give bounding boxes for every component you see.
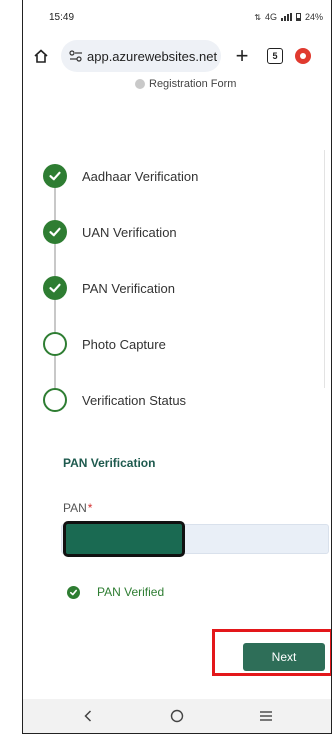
step-label: PAN Verification [82,280,175,296]
site-settings-icon[interactable] [69,49,83,63]
status-bar: 15:49 ⇅ 4G 24% [23,0,331,34]
home-icon[interactable] [31,46,51,66]
section-title: PAN Verification [63,456,156,470]
check-icon [43,220,67,244]
step-pan[interactable]: PAN Verification [43,260,323,316]
check-icon [43,276,67,300]
pan-label: PAN* [63,501,92,515]
pan-label-text: PAN [63,501,87,515]
home-circle-icon[interactable] [162,704,192,728]
step-label: Verification Status [82,392,187,408]
recents-icon[interactable] [251,704,281,728]
extension-icon[interactable] [295,48,311,64]
step-verification-status[interactable]: Verification Status [43,372,323,428]
step-label: Aadhaar Verification [82,168,199,184]
step-aadhaar[interactable]: Aadhaar Verification [43,148,323,204]
registration-title-text: Registration Form [149,78,237,90]
step-photo-capture[interactable]: Photo Capture [43,316,323,372]
new-tab-button[interactable]: + [231,45,253,67]
check-circle-icon [67,585,80,599]
next-button[interactable]: Next [243,643,325,671]
empty-circle-icon [43,388,67,412]
step-label: UAN Verification [82,224,177,240]
signal-icon [280,13,292,21]
step-label: Photo Capture [82,336,166,352]
address-bar[interactable]: app.azurewebsites.net [61,40,221,72]
network-type: 4G [264,12,277,22]
step-uan[interactable]: UAN Verification [43,204,323,260]
status-icons: ⇅ 4G 24% [254,12,323,22]
title-dot-icon [135,79,145,89]
battery-icon [295,13,301,21]
check-icon [43,164,67,188]
registration-title: Registration Form [135,78,236,90]
empty-circle-icon [43,332,67,356]
redacted-pan-value [63,521,185,557]
status-time: 15:49 [49,11,75,23]
system-nav-bar [23,699,331,733]
stepper: Aadhaar Verification UAN Verification PA… [43,148,323,428]
pan-verified-status: PAN Verified [67,585,164,599]
tab-switcher-button[interactable]: 5 [267,48,283,64]
phone-frame: 15:49 ⇅ 4G 24% app.azurewebsites.net + 5… [22,0,332,734]
stepper-scrollbar[interactable] [324,150,325,388]
battery-level: 24% [304,12,323,22]
network-icon: ⇅ [254,12,261,22]
url-text: app.azurewebsites.net [87,48,218,64]
required-marker: * [87,501,93,515]
verified-text: PAN Verified [97,585,165,599]
browser-toolbar: app.azurewebsites.net + 5 [23,38,331,74]
back-icon[interactable] [73,704,103,728]
